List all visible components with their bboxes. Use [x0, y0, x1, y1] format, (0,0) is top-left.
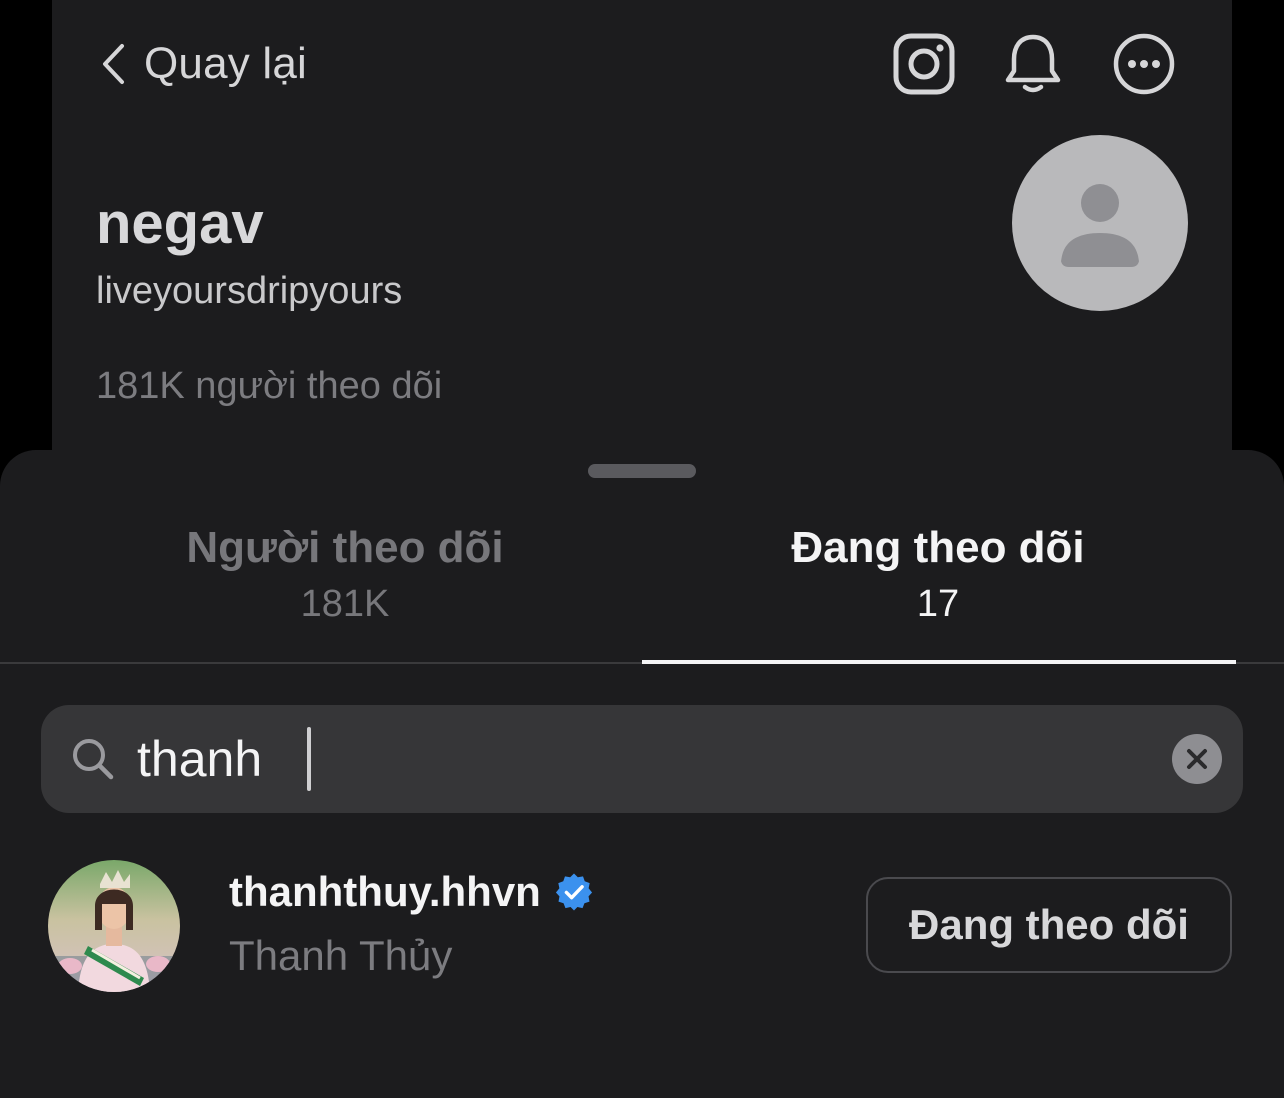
search-icon: [73, 739, 114, 780]
active-tab-indicator: [642, 660, 1236, 664]
back-label: Quay lại: [144, 39, 308, 88]
instagram-icon[interactable]: [890, 30, 958, 98]
result-username[interactable]: thanhthuy.hhvn: [229, 868, 593, 916]
following-button[interactable]: Đang theo dõi: [866, 877, 1232, 973]
tab-following-label: Đang theo dõi: [791, 523, 1085, 572]
tab-following[interactable]: Đang theo dõi 17: [617, 520, 1259, 660]
back-button[interactable]: Quay lại: [100, 34, 307, 94]
tab-following-count: 17: [916, 583, 960, 625]
profile-handle: liveyoursdripyours: [96, 270, 403, 312]
following-sheet: Người theo dõi 181K Đang theo dõi 17 tha…: [0, 450, 1284, 1098]
avatar[interactable]: [48, 860, 180, 992]
text-caret: [307, 727, 311, 791]
chevron-left-icon: [103, 44, 124, 84]
bell-icon[interactable]: [999, 30, 1067, 98]
result-username-text: thanhthuy.hhvn: [229, 868, 541, 915]
result-fullname: Thanh Thủy: [229, 932, 453, 979]
profile-followers-count[interactable]: 181K người theo dõi: [96, 365, 442, 408]
sheet-grabber[interactable]: [588, 464, 696, 478]
screen: Quay lại negav liveyoursdripyours 181K n…: [0, 0, 1284, 1098]
profile-photo: [48, 860, 180, 992]
close-icon: [1187, 749, 1207, 769]
tab-followers[interactable]: Người theo dõi 181K: [24, 520, 666, 660]
more-icon[interactable]: [1110, 30, 1178, 98]
user-placeholder-icon: [1061, 184, 1139, 267]
search-input[interactable]: [137, 725, 1097, 793]
search-bar[interactable]: [41, 705, 1243, 813]
avatar[interactable]: [1012, 135, 1188, 311]
list-item[interactable]: thanhthuy.hhvn Thanh Thủy Đang theo dõi: [0, 850, 1284, 1000]
tab-followers-count: 181K: [300, 583, 390, 625]
profile-name: negav: [96, 191, 264, 256]
tab-followers-label: Người theo dõi: [186, 523, 504, 572]
verified-badge-icon: [555, 873, 592, 911]
clear-search-button[interactable]: [1172, 734, 1222, 784]
